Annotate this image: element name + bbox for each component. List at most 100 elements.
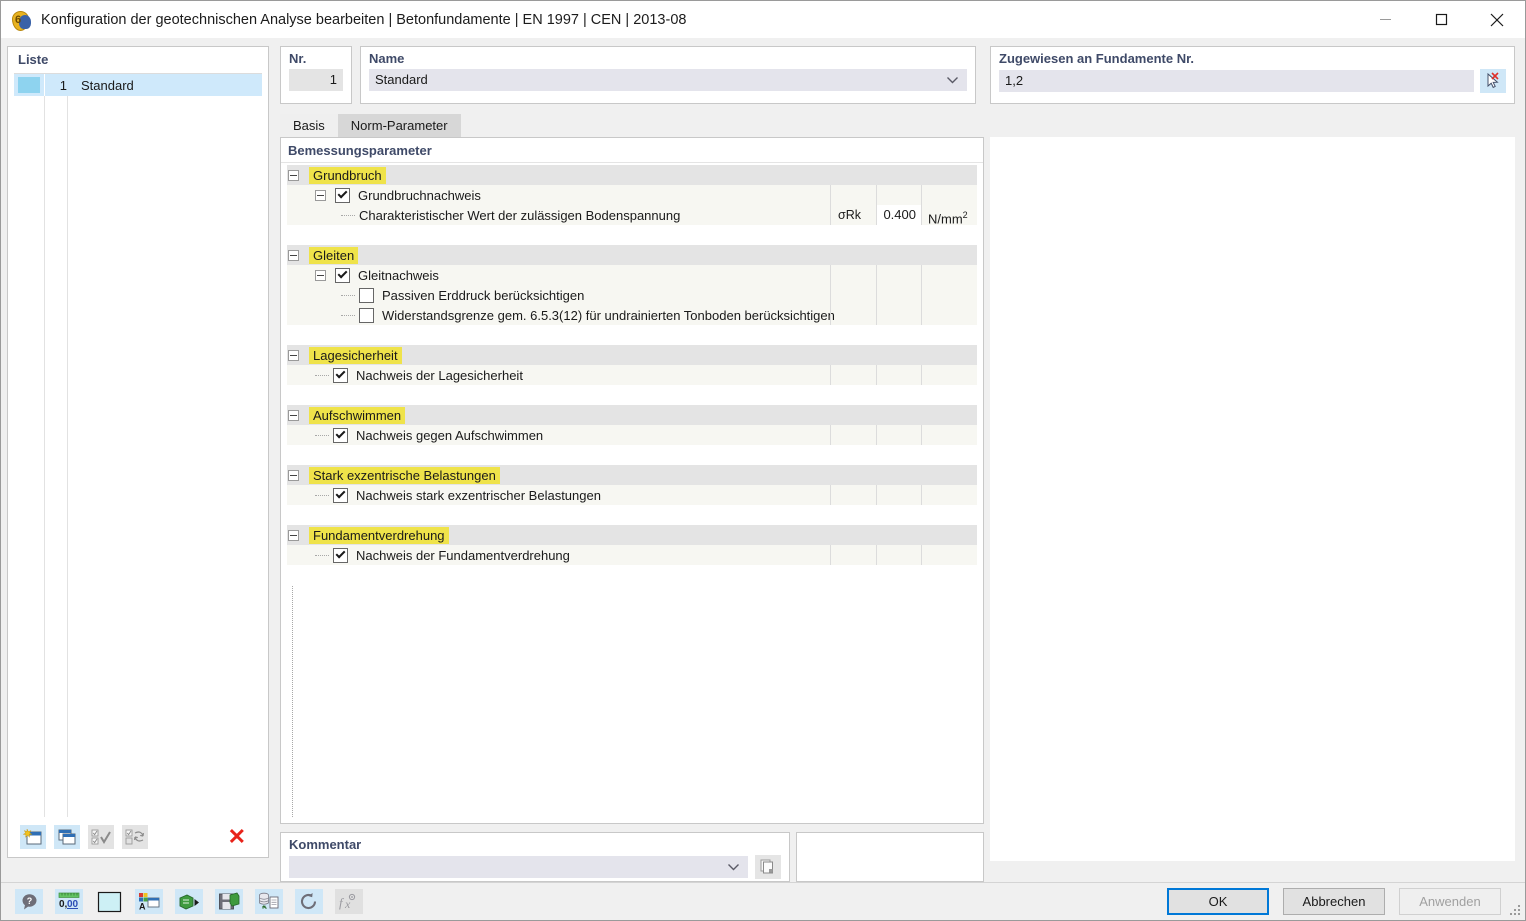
copy-pages-icon xyxy=(760,859,773,874)
comment-group: Kommentar xyxy=(280,832,790,882)
cancel-button[interactable]: Abbrechen xyxy=(1283,888,1385,915)
delete-configuration-button[interactable]: ✕ xyxy=(228,826,246,848)
name-input[interactable]: Standard xyxy=(369,69,967,91)
tree-row-label: Nachweis der Fundamentverdrehung xyxy=(356,547,570,563)
tree-row-content: Passiven Erddruck berücksichtigen xyxy=(287,285,830,305)
tree-group-header[interactable]: Lagesicherheit xyxy=(287,345,977,365)
tree-group-header[interactable]: Gleiten xyxy=(287,245,977,265)
copy-configuration-button[interactable] xyxy=(54,825,80,849)
tree-group-header[interactable]: Stark exzentrische Belastungen xyxy=(287,465,977,485)
list-item[interactable]: 1 Standard xyxy=(14,74,262,96)
tree-row[interactable]: Grundbruchnachweis xyxy=(287,185,977,205)
tree-row[interactable]: Nachweis der Fundamentverdrehung xyxy=(287,545,977,565)
tree-row[interactable]: Charakteristischer Wert der zulässigen B… xyxy=(287,205,977,226)
tree-row[interactable]: Nachweis gegen Aufschwimmen xyxy=(287,425,977,445)
tree-row-value xyxy=(876,285,921,305)
tree-row-value xyxy=(876,485,921,505)
maximize-button[interactable] xyxy=(1413,1,1469,38)
tree-connector xyxy=(341,294,355,296)
tree-group-header[interactable]: Fundamentverdrehung xyxy=(287,525,977,545)
help-button[interactable]: ? xyxy=(15,889,43,914)
list-item-number: 1 xyxy=(59,77,67,93)
import-button[interactable] xyxy=(175,889,203,914)
name-field-group: Name Standard xyxy=(360,46,976,104)
tree-row[interactable]: Passiven Erddruck berücksichtigen xyxy=(287,285,977,305)
tree-row-value xyxy=(876,545,921,565)
tree-row-checkbox[interactable] xyxy=(333,547,348,563)
tree-row-symbol xyxy=(830,365,876,385)
select-objects-cursor-icon xyxy=(1487,72,1499,89)
collapse-minus-icon[interactable] xyxy=(288,529,299,541)
reset-button[interactable] xyxy=(295,889,323,914)
display-properties-button[interactable]: A xyxy=(135,889,163,914)
tree-connector xyxy=(315,554,329,556)
tree-row-symbol xyxy=(830,265,876,285)
title-bar: 6 Konfiguration der geotechnischen Analy… xyxy=(1,1,1525,38)
parameter-tree: Grundbruch Grundbruchnachweis Charakterist… xyxy=(287,165,977,817)
tree-group-header[interactable]: Aufschwimmen xyxy=(287,405,977,425)
tree-group-header[interactable]: Grundbruch xyxy=(287,165,977,185)
tree-row-label: Gleitnachweis xyxy=(358,267,439,283)
number-input[interactable]: 1 xyxy=(289,69,343,91)
tree-row-symbol xyxy=(830,485,876,505)
tree-row[interactable]: Gleitnachweis xyxy=(287,265,977,285)
minimize-button[interactable] xyxy=(1357,1,1413,38)
tree-row-checkbox[interactable] xyxy=(333,367,348,383)
tree-row-checkbox[interactable] xyxy=(359,307,374,323)
dialog-window: 6 Konfiguration der geotechnischen Analy… xyxy=(0,0,1526,921)
tree-row-unit xyxy=(921,485,977,505)
assigned-field-group: Zugewiesen an Fundamente Nr. 1,2 xyxy=(990,46,1515,104)
select-all-button[interactable] xyxy=(88,825,114,849)
collapse-minus-icon[interactable] xyxy=(288,469,299,481)
name-combo[interactable]: Standard xyxy=(369,69,967,91)
tree-row[interactable]: Nachweis stark exzentrischer Belastungen xyxy=(287,485,977,505)
window-title: Konfiguration der geotechnischen Analyse… xyxy=(41,11,687,28)
tree-row-value[interactable]: 0.400 xyxy=(876,205,921,225)
collapse-minus-icon[interactable] xyxy=(315,189,326,201)
tree-row-symbol xyxy=(830,425,876,445)
dialog-buttons: OK Abbrechen Anwenden xyxy=(1167,888,1525,915)
invert-selection-button[interactable] xyxy=(122,825,148,849)
collapse-minus-icon[interactable] xyxy=(288,409,299,421)
tree-row-checkbox[interactable] xyxy=(333,427,348,443)
save-as-button[interactable] xyxy=(215,889,243,914)
tree-row-content: Widerstandsgrenze gem. 6.5.3(12) für und… xyxy=(287,305,835,325)
apply-button: Anwenden xyxy=(1399,888,1501,915)
collapse-minus-icon[interactable] xyxy=(288,249,299,261)
select-objects-button[interactable] xyxy=(1480,69,1506,93)
preview-panel xyxy=(990,137,1515,861)
formula-button[interactable]: f x xyxy=(335,889,363,914)
tab-norm-parameter[interactable]: Norm-Parameter xyxy=(337,114,461,137)
tree-row-unit xyxy=(921,265,977,285)
list-column-divider-1 xyxy=(44,96,45,817)
comment-input[interactable] xyxy=(289,856,748,878)
comment-copy-button[interactable] xyxy=(755,855,781,879)
new-configuration-button[interactable] xyxy=(20,825,46,849)
tree-row-checkbox[interactable] xyxy=(359,287,374,303)
assigned-input[interactable]: 1,2 xyxy=(999,70,1474,92)
name-label: Name xyxy=(369,51,405,66)
export-details-button[interactable] xyxy=(255,889,283,914)
resize-grip[interactable] xyxy=(1510,905,1522,917)
tree-row-checkbox[interactable] xyxy=(335,187,350,203)
tree-row-label: Grundbruchnachweis xyxy=(358,187,481,203)
tree-row[interactable]: Nachweis der Lagesicherheit xyxy=(287,365,977,385)
fx-formula-icon: f x xyxy=(339,893,356,911)
tree-row-checkbox[interactable] xyxy=(333,487,348,503)
collapse-minus-icon[interactable] xyxy=(315,269,326,281)
close-button[interactable] xyxy=(1469,1,1525,38)
comment-combo[interactable] xyxy=(289,856,748,878)
units-button[interactable]: 0, 00 xyxy=(55,889,83,914)
ok-button[interactable]: OK xyxy=(1167,888,1269,915)
help-balloon-icon: ? xyxy=(22,894,36,910)
tab-basis[interactable]: Basis xyxy=(280,114,338,137)
collapse-minus-icon[interactable] xyxy=(288,349,299,361)
collapse-minus-icon[interactable] xyxy=(288,169,299,181)
tab-strip: Basis Norm-Parameter xyxy=(280,114,1512,137)
color-button[interactable] xyxy=(95,889,123,914)
list-panel-label: Liste xyxy=(18,52,49,67)
tree-row[interactable]: Widerstandsgrenze gem. 6.5.3(12) für und… xyxy=(287,305,977,325)
color-swatch-icon xyxy=(97,891,121,912)
tree-row-checkbox[interactable] xyxy=(335,267,350,283)
svg-text:A: A xyxy=(139,902,146,912)
